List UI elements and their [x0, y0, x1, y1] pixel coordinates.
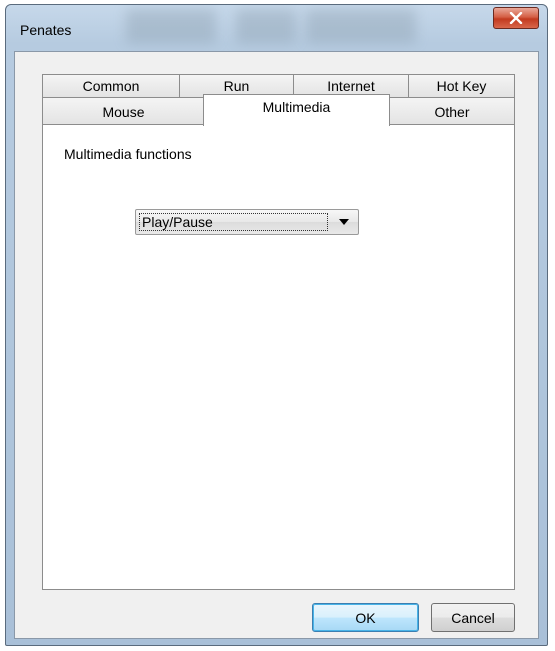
tab-other[interactable]: Other	[389, 97, 515, 125]
title-bar[interactable]: Penates	[6, 5, 547, 51]
tab-mouse[interactable]: Mouse	[42, 97, 205, 125]
close-button[interactable]	[493, 7, 539, 29]
ok-button[interactable]: OK	[312, 603, 419, 632]
chevron-down-icon[interactable]	[330, 210, 358, 234]
cancel-button[interactable]: Cancel	[431, 603, 515, 632]
multimedia-functions-label: Multimedia functions	[64, 146, 192, 162]
dialog-window: Penates Common Run Internet Hot Key Mous…	[5, 4, 548, 646]
dialog-client-area: Common Run Internet Hot Key Mouse Multim…	[14, 51, 539, 639]
multimedia-tab-panel: Multimedia functions Play/Pause	[42, 124, 515, 590]
close-icon	[509, 12, 523, 24]
tab-hot-key[interactable]: Hot Key	[408, 74, 515, 97]
tab-common[interactable]: Common	[42, 74, 180, 97]
multimedia-function-select[interactable]: Play/Pause	[135, 209, 359, 235]
tab-multimedia[interactable]: Multimedia	[203, 94, 390, 126]
select-value: Play/Pause	[139, 213, 328, 231]
window-title: Penates	[20, 22, 72, 38]
